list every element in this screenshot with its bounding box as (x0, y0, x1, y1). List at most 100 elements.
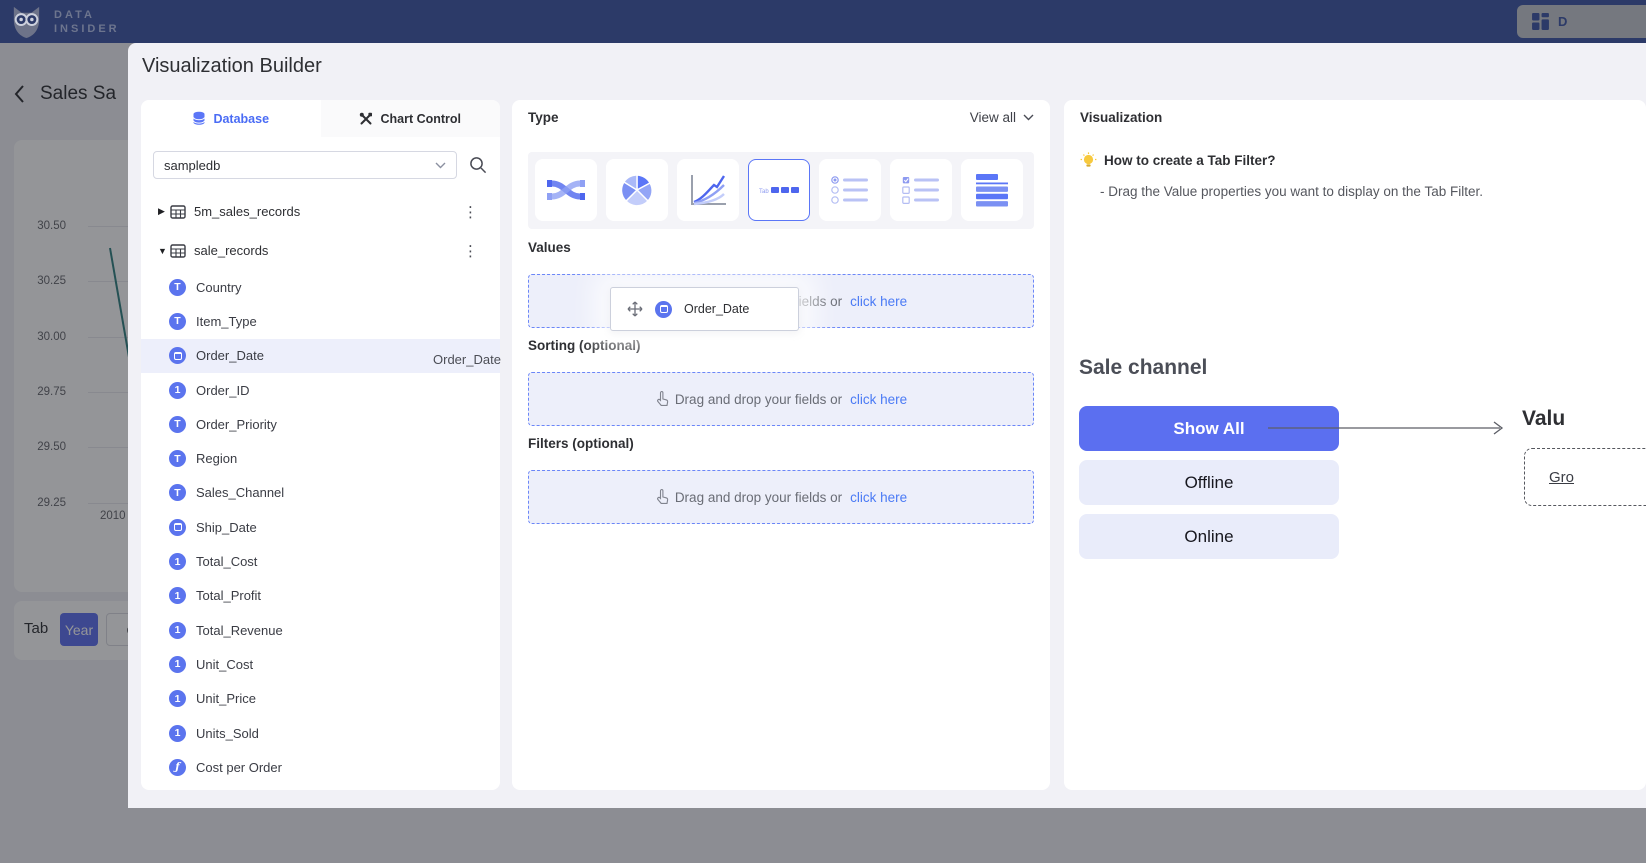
filters-dropzone[interactable]: Drag and drop your fields or click here (528, 470, 1034, 524)
tab-chart-control-label: Chart Control (380, 112, 461, 126)
tab-chart-control[interactable]: Chart Control (321, 100, 501, 137)
brand-line1: DATA (54, 8, 120, 22)
field-label: Total_Cost (196, 554, 257, 569)
drag-origin-label: Order_Date (433, 352, 501, 367)
database-panel: Database Chart Control sampledb (141, 100, 500, 790)
annotation-box: Gro (1524, 448, 1646, 506)
caret-down-icon[interactable] (158, 246, 170, 256)
tab-filter-icon[interactable]: Tab (748, 159, 810, 221)
dashboard-button[interactable]: D (1517, 5, 1646, 38)
field-item[interactable]: Total_Profit (141, 579, 500, 613)
field-item[interactable]: Sales_Channel (141, 476, 500, 510)
dropzone-hint: Drag and drop your fields or (675, 392, 842, 407)
date-field-icon (169, 519, 186, 536)
field-label: Sales_Channel (196, 485, 284, 500)
visualization-builder-dialog: Visualization Builder Database (128, 43, 1646, 808)
click-here-link[interactable]: click here (850, 490, 907, 505)
dropzone-hint: Drag and drop your fields or (675, 490, 842, 505)
field-item[interactable]: Total_Cost (141, 544, 500, 578)
field-label: Cost per Order (196, 760, 282, 775)
dropdown-filter-icon[interactable] (961, 159, 1023, 221)
number-field-icon (169, 622, 186, 639)
type-section-label: Type (528, 110, 559, 125)
table-item-sale-records[interactable]: sale_records (141, 231, 500, 270)
text-field-icon (169, 313, 186, 330)
number-field-icon (169, 656, 186, 673)
preview-option-offline[interactable]: Offline (1079, 460, 1339, 505)
field-label: Region (196, 451, 237, 466)
search-icon[interactable] (469, 156, 487, 174)
number-field-icon (169, 690, 186, 707)
field-item[interactable]: Units_Sold (141, 716, 500, 750)
annotation-heading: Valu (1522, 407, 1565, 431)
kebab-menu-icon[interactable] (463, 242, 500, 260)
field-item[interactable]: Region (141, 441, 500, 475)
function-field-icon (169, 759, 186, 776)
preview-option-online[interactable]: Online (1079, 514, 1339, 559)
annotation-arrow-icon (1268, 419, 1510, 437)
field-item[interactable]: Item_Type (141, 304, 500, 338)
brand-line2: INSIDER (54, 22, 120, 36)
sorting-section-label: Sorting (optional) (528, 338, 640, 353)
caret-right-icon[interactable] (158, 206, 170, 217)
visualization-panel: Visualization How to create a Tab Filter… (1064, 100, 1646, 790)
field-item[interactable]: Total_Revenue (141, 613, 500, 647)
field-label: Order_Priority (196, 417, 277, 432)
view-all-label: View all (970, 110, 1016, 125)
field-label: Units_Sold (196, 726, 259, 741)
chevron-down-icon (1023, 114, 1034, 121)
database-select[interactable]: sampledb (153, 151, 457, 179)
sorting-dropzone[interactable]: Drag and drop your fields or click here (528, 372, 1034, 426)
pie-chart-icon[interactable] (606, 159, 668, 221)
visualization-heading: Visualization (1080, 110, 1162, 125)
click-here-link[interactable]: click here (850, 294, 907, 309)
date-field-icon (655, 301, 672, 318)
database-icon (192, 111, 206, 126)
field-label: Item_Type (196, 314, 257, 329)
field-item[interactable]: Country (141, 270, 500, 304)
filters-section-label: Filters (optional) (528, 436, 634, 451)
lightbulb-icon (1080, 152, 1097, 170)
top-navbar: DATA INSIDER D (0, 0, 1646, 43)
preview-title: Sale channel (1079, 356, 1207, 380)
view-all-button[interactable]: View all (970, 110, 1034, 125)
tip-body: - Drag the Value properties you want to … (1100, 184, 1483, 199)
field-item[interactable]: Order_Priority (141, 407, 500, 441)
ghost-label: Order_Date (684, 302, 749, 316)
field-tree: 5m_sales_records sale_records Country (141, 192, 500, 784)
field-label: Order_ID (196, 383, 249, 398)
field-label: Total_Revenue (196, 623, 283, 638)
text-field-icon (169, 450, 186, 467)
values-section-label: Values (528, 240, 571, 255)
single-choice-filter-icon[interactable] (819, 159, 881, 221)
number-field-icon (169, 725, 186, 742)
move-icon (627, 301, 643, 317)
field-label: Country (196, 280, 242, 295)
field-item[interactable]: Order_ID (141, 373, 500, 407)
database-select-value: sampledb (164, 158, 220, 173)
table-item-5m-sales-records[interactable]: 5m_sales_records (141, 192, 500, 231)
table-icon (170, 244, 186, 258)
table-icon (170, 205, 186, 219)
field-item[interactable]: Cost per Order (141, 750, 500, 784)
line-chart-icon[interactable] (677, 159, 739, 221)
multi-choice-filter-icon[interactable] (890, 159, 952, 221)
dashboard-button-label: D (1558, 14, 1567, 29)
number-field-icon (169, 587, 186, 604)
text-field-icon (169, 484, 186, 501)
tab-database-label: Database (213, 112, 269, 126)
group-link[interactable]: Gro (1549, 469, 1574, 486)
sankey-chart-icon[interactable] (535, 159, 597, 221)
tab-database[interactable]: Database (141, 100, 321, 137)
builder-panel: Type View all (512, 100, 1050, 790)
click-here-link[interactable]: click here (850, 392, 907, 407)
field-label: Unit_Cost (196, 657, 253, 672)
field-item[interactable]: Unit_Price (141, 682, 500, 716)
field-item[interactable]: Ship_Date (141, 510, 500, 544)
field-item[interactable]: Unit_Cost (141, 647, 500, 681)
brand[interactable]: DATA INSIDER (8, 3, 120, 40)
tab-glyph-text: Tab (759, 189, 769, 195)
field-label: Order_Date (196, 348, 264, 363)
owl-logo-icon (8, 3, 45, 40)
kebab-menu-icon[interactable] (463, 203, 500, 221)
